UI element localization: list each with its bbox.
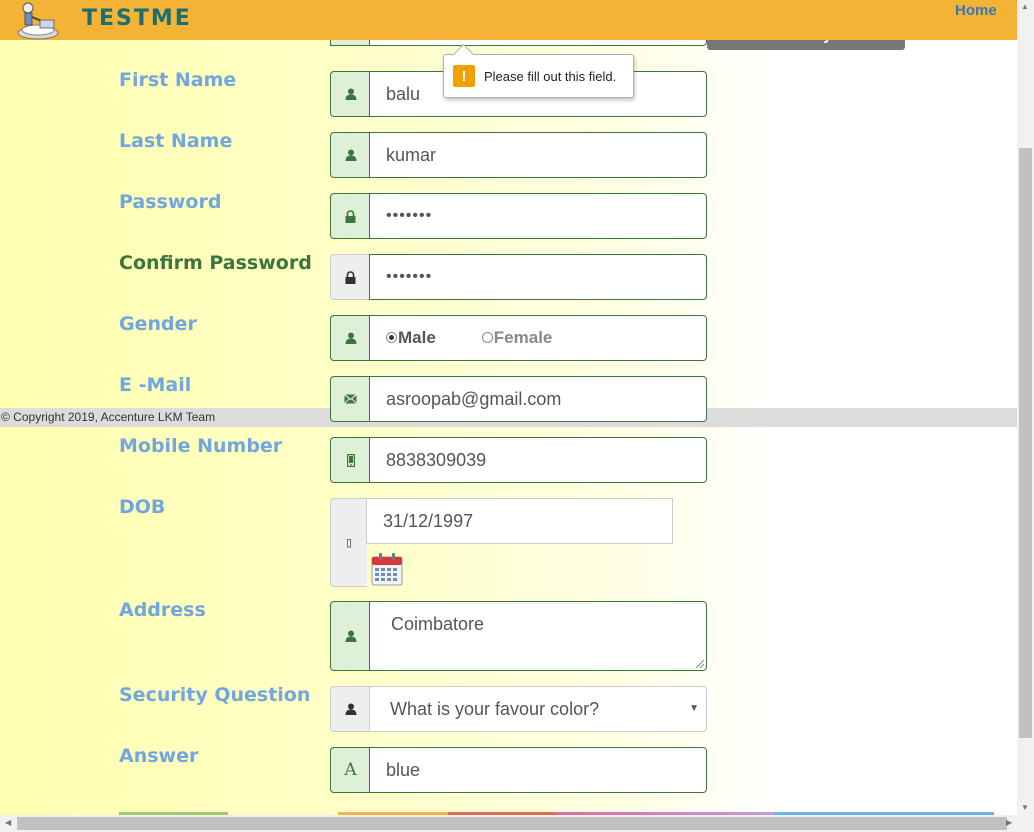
- scrollbar-thumb[interactable]: [17, 817, 1007, 830]
- radio-button-checked[interactable]: [386, 331, 397, 343]
- user-icon: [330, 601, 370, 671]
- lock-icon: [330, 193, 370, 239]
- security-question-value: What is your favour color?: [390, 698, 600, 719]
- answer-label: Answer: [119, 745, 199, 767]
- password-input[interactable]: •••••••: [369, 193, 707, 239]
- top-navbar: TESTME Home: [0, 0, 1017, 40]
- gender-female-label: Female: [493, 328, 553, 347]
- address-value: Coimbatore: [391, 614, 485, 634]
- brand-name: TESTME: [82, 6, 192, 31]
- scroll-left-icon[interactable]: ◀: [5, 818, 11, 827]
- lock-icon: [330, 254, 370, 300]
- confirm-password-input[interactable]: •••••••: [369, 254, 707, 300]
- address-label: Address: [119, 599, 206, 621]
- calendar-glyph-icon: ▯: [330, 498, 367, 587]
- scroll-down-icon[interactable]: ▼: [1021, 803, 1029, 812]
- first-name-label: First Name: [119, 69, 237, 91]
- security-question-label: Security Question: [119, 684, 311, 706]
- logo-icon: [17, 2, 59, 40]
- warning-icon: !: [453, 65, 475, 87]
- calendar-icon[interactable]: [371, 552, 403, 586]
- validation-tooltip: ! Please fill out this field.: [443, 54, 634, 98]
- tooltip-message: Please fill out this field.: [484, 68, 617, 84]
- email-label: E -Mail: [119, 374, 192, 396]
- home-link[interactable]: Home: [955, 2, 997, 19]
- gender-female-option[interactable]: Female: [481, 328, 553, 348]
- phone-icon: [330, 437, 370, 483]
- mobile-input[interactable]: 8838309039: [369, 437, 707, 483]
- scroll-right-icon[interactable]: ▶: [1006, 818, 1012, 827]
- gender-male-label: Male: [398, 328, 436, 347]
- user-icon: [330, 315, 370, 361]
- gender-label: Gender: [119, 313, 197, 335]
- user-icon: [330, 71, 370, 117]
- radio-button[interactable]: [481, 331, 493, 343]
- resize-grip-icon[interactable]: [696, 660, 704, 668]
- security-question-select[interactable]: What is your favour color? ▼: [369, 686, 707, 732]
- answer-input[interactable]: blue: [369, 747, 707, 793]
- mobile-label: Mobile Number: [119, 435, 283, 457]
- gender-male-option[interactable]: Male: [386, 328, 436, 348]
- envelope-icon: [330, 376, 370, 422]
- password-label: Password: [119, 191, 222, 213]
- dob-input[interactable]: 31/12/1997: [366, 498, 673, 544]
- scroll-up-icon[interactable]: ▲: [1021, 2, 1029, 11]
- last-name-input[interactable]: kumar: [369, 132, 707, 178]
- font-a-icon: A: [330, 747, 370, 793]
- horizontal-scrollbar[interactable]: ◀ ▶: [0, 815, 1034, 832]
- dropdown-arrow-icon: ▼: [689, 703, 699, 714]
- last-name-label: Last Name: [119, 130, 233, 152]
- user-icon: [330, 686, 370, 732]
- email-input[interactable]: asroopab@gmail.com: [369, 376, 707, 422]
- vertical-scrollbar[interactable]: ▲ ▼: [1017, 0, 1034, 815]
- scrollbar-thumb[interactable]: [1019, 148, 1032, 738]
- dob-label: DOB: [119, 496, 166, 518]
- address-textarea[interactable]: Coimbatore: [369, 601, 707, 671]
- gender-radio-group: Male Female: [369, 315, 707, 361]
- user-icon: [330, 132, 370, 178]
- confirm-password-label: Confirm Password: [119, 252, 312, 274]
